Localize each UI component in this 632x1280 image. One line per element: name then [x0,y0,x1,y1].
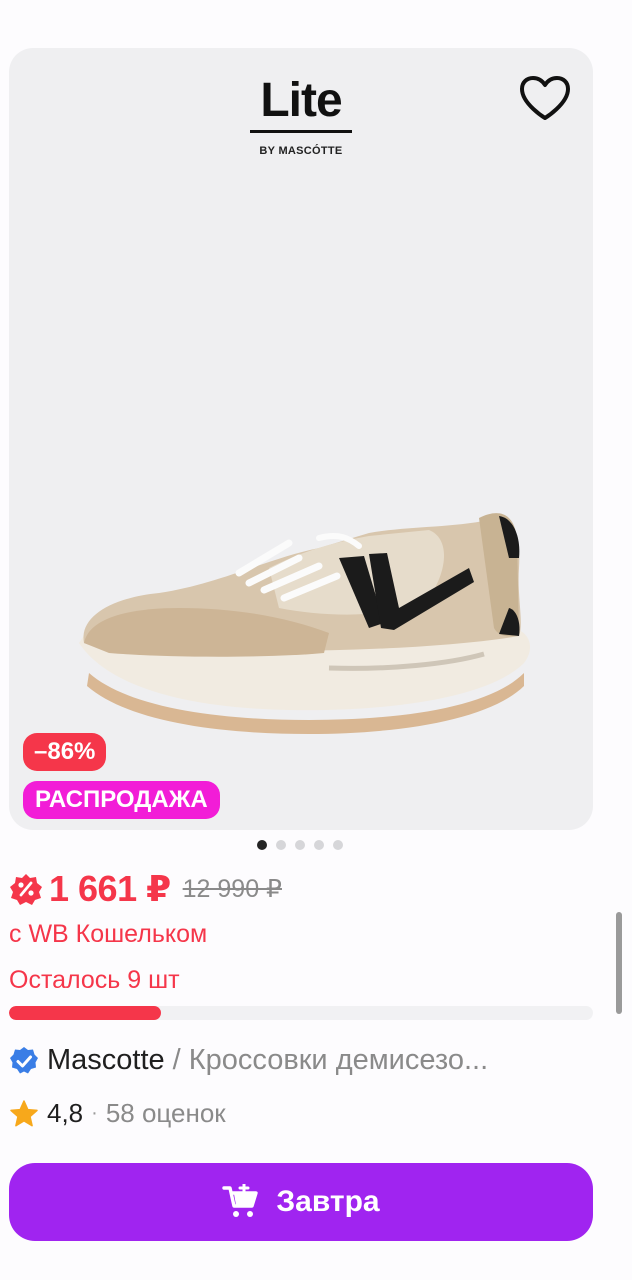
brand-logo: Lite BY MASCÓTTE [247,74,355,157]
product-title-row[interactable]: Mascotte / Кроссовки демисезо... [9,1044,593,1077]
price-row: 1 661 ₽ 12 990 ₽ [9,868,282,910]
add-to-cart-label: Завтра [276,1185,380,1218]
sale-badge: РАСПРОДАЖА [23,781,220,819]
carousel-dots[interactable] [257,840,343,850]
carousel-dot[interactable] [295,840,305,850]
product-title[interactable]: Кроссовки демисезо... [189,1044,488,1077]
stock-label: Осталось 9 шт [9,966,180,994]
rating-count: 58 оценок [105,1098,226,1128]
stock-progress-fill [9,1006,161,1020]
star-icon [10,1099,38,1126]
product-photo-sneaker [79,513,531,734]
scrollbar[interactable] [616,912,622,1014]
product-card-page: Lite BY MASCÓTTE –86% РАСПРОДАЖА 1 661 ₽… [0,0,632,1280]
brand-logo-subtext: BY MASCÓTTE [259,145,343,157]
stock-progress-bar [9,1006,593,1020]
cart-icon [222,1184,259,1217]
carousel-dot[interactable] [257,840,267,850]
rating-value: 4,8 [47,1098,84,1128]
add-to-cart-button[interactable]: Завтра [9,1163,593,1241]
verified-badge-icon [10,1046,38,1073]
carousel-dot[interactable] [276,840,286,850]
heart-outline-icon [520,76,570,120]
product-brand[interactable]: Mascotte [47,1044,165,1077]
carousel-dot[interactable] [314,840,324,850]
price-old: 12 990 ₽ [182,875,282,903]
wallet-discount-icon [10,874,42,905]
wallet-note: с WB Кошельком [9,920,208,948]
brand-logo-wordmark: Lite [260,74,342,127]
carousel-dot[interactable] [333,840,343,850]
discount-badge: –86% [23,733,107,771]
rating-separator: · [91,1102,98,1124]
favorite-button[interactable] [517,72,573,124]
title-separator: / [172,1044,181,1076]
price-current: 1 661 ₽ [49,868,171,909]
product-image-card[interactable]: Lite BY MASCÓTTE –86% РАСПРОДАЖА [9,48,593,830]
brand-logo-bar [250,130,352,133]
rating-row[interactable]: 4,8 · 58 оценок [9,1098,226,1129]
